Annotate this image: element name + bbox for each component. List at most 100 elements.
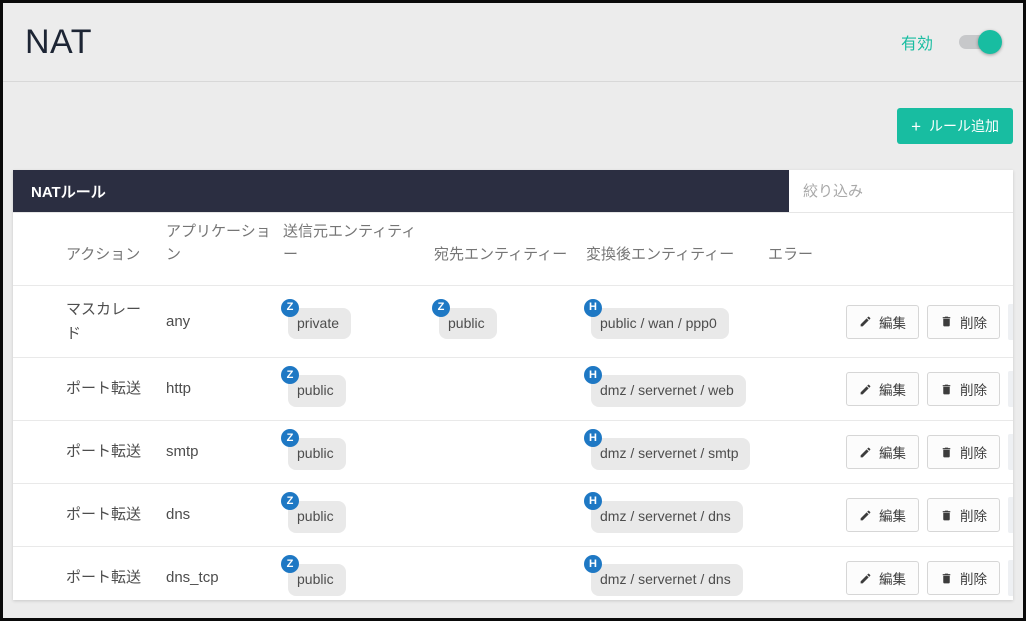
- page-header: NAT 有効: [3, 3, 1023, 82]
- table-row: ポート転送 smtp Z public H dmz / servernet / …: [13, 420, 1013, 483]
- page-title: NAT: [25, 22, 92, 61]
- cell-actions: 編集 削除: [846, 497, 1013, 533]
- delete-button[interactable]: 削除: [927, 435, 1000, 469]
- toolbar: + ルール追加: [3, 82, 1023, 170]
- filter-input[interactable]: [789, 170, 1013, 212]
- column-header-source: 送信元エンティティー: [283, 222, 417, 263]
- pencil-icon: [860, 447, 871, 457]
- entity-chip-label: public: [297, 445, 334, 462]
- cell-application: http: [166, 380, 192, 398]
- drag-handle[interactable]: [1008, 371, 1013, 407]
- column-header-error: エラー: [768, 245, 814, 263]
- entity-chip-label: public: [448, 314, 485, 331]
- panel-title-bar: NATルール: [13, 170, 789, 212]
- enabled-label: 有効: [900, 36, 933, 53]
- column-header-application: アプリケーション: [166, 222, 271, 263]
- drag-handle[interactable]: [1008, 434, 1013, 470]
- table-row: ポート転送 dns_tcp Z public H dmz / servernet…: [13, 546, 1013, 600]
- panel-head: NATルール: [13, 170, 1013, 213]
- cell-application: dns: [166, 506, 191, 524]
- cell-source: Z public: [281, 429, 434, 470]
- delete-label: 削除: [960, 315, 987, 331]
- delete-label: 削除: [960, 572, 987, 587]
- entity-chip-label: public: [297, 382, 334, 399]
- entity-chip: Z public: [281, 555, 346, 596]
- cell-translated: H dmz / servernet / dns: [584, 555, 768, 596]
- delete-label: 削除: [960, 446, 987, 461]
- column-header-action: アクション: [66, 245, 141, 263]
- enabled-toggle[interactable]: [959, 30, 1002, 54]
- entity-chip: Z public: [281, 492, 346, 533]
- trash-icon: [942, 316, 951, 327]
- trash-icon: [942, 510, 951, 520]
- cell-actions: 編集 削除: [846, 371, 1013, 407]
- entity-chip: Z public: [432, 298, 497, 340]
- cell-source: Z private: [281, 298, 434, 340]
- edit-button[interactable]: 編集: [846, 561, 919, 595]
- add-rule-button[interactable]: + ルール追加: [897, 108, 1013, 144]
- entity-chip: H dmz / servernet / dns: [584, 492, 743, 533]
- plus-icon: +: [911, 116, 921, 136]
- edit-label: 編集: [879, 572, 906, 587]
- cell-action: マスカレード: [66, 301, 142, 342]
- entity-chip: Z public: [281, 429, 346, 470]
- cell-source: Z public: [281, 366, 434, 407]
- delete-button[interactable]: 削除: [927, 372, 1000, 406]
- column-header-destination: 宛先エンティティー: [434, 245, 568, 263]
- cell-application: dns_tcp: [166, 569, 219, 587]
- edit-label: 編集: [879, 315, 906, 331]
- cell-translated: H dmz / servernet / web: [584, 366, 768, 407]
- cell-actions: 編集 削除: [846, 303, 1013, 340]
- entity-chip: H public / wan / ppp0: [584, 298, 729, 340]
- entity-chip-label: dmz / servernet / dns: [600, 571, 731, 588]
- trash-icon: [942, 384, 951, 394]
- pencil-icon: [860, 573, 871, 583]
- delete-button[interactable]: 削除: [927, 561, 1000, 595]
- toggle-knob-icon: [978, 30, 1002, 54]
- trash-icon: [942, 573, 951, 583]
- cell-translated: H dmz / servernet / dns: [584, 492, 768, 533]
- cell-action: ポート転送: [66, 506, 142, 524]
- entity-chip-label: public: [297, 508, 334, 525]
- entity-chip: H dmz / servernet / dns: [584, 555, 743, 596]
- edit-button[interactable]: 編集: [846, 498, 919, 532]
- cell-action: ポート転送: [66, 569, 142, 587]
- column-header-actions: [846, 266, 1013, 285]
- delete-label: 削除: [960, 383, 987, 398]
- entity-chip-label: dmz / servernet / web: [600, 382, 734, 399]
- drag-handle[interactable]: [1008, 303, 1013, 340]
- cell-actions: 編集 削除: [846, 434, 1013, 470]
- entity-chip-label: private: [297, 314, 340, 331]
- cell-application: smtp: [166, 443, 199, 461]
- enabled-toggle-group: 有効: [900, 30, 1002, 54]
- delete-button[interactable]: 削除: [927, 304, 1000, 339]
- pencil-icon: [860, 510, 871, 520]
- delete-button[interactable]: 削除: [927, 498, 1000, 532]
- table-row: ポート転送 dns Z public H dmz / servernet / d…: [13, 483, 1013, 546]
- zone-badge-icon: Z: [281, 298, 299, 317]
- cell-action: ポート転送: [66, 380, 142, 398]
- table-row: ポート転送 http Z public H dmz / servernet / …: [13, 357, 1013, 420]
- drag-handle[interactable]: [1008, 497, 1013, 533]
- entity-chip-label: public / wan / ppp0: [600, 314, 717, 331]
- add-rule-label: ルール追加: [929, 118, 999, 134]
- pencil-icon: [860, 316, 871, 327]
- edit-button[interactable]: 編集: [846, 304, 919, 339]
- column-header-translated: 変換後エンティティー: [586, 245, 735, 263]
- entity-chip: H dmz / servernet / smtp: [584, 429, 751, 470]
- entity-chip-label: dmz / servernet / smtp: [600, 445, 739, 462]
- pencil-icon: [860, 384, 871, 394]
- entity-chip: Z public: [281, 366, 346, 407]
- edit-button[interactable]: 編集: [846, 372, 919, 406]
- cell-source: Z public: [281, 555, 434, 596]
- entity-chip-label: dmz / servernet / dns: [600, 508, 731, 525]
- drag-handle[interactable]: [1008, 560, 1013, 596]
- host-badge-icon: H: [584, 298, 602, 317]
- cell-destination: Z public: [432, 298, 586, 340]
- edit-button[interactable]: 編集: [846, 435, 919, 469]
- edit-label: 編集: [879, 446, 906, 461]
- cell-translated: H dmz / servernet / smtp: [584, 429, 768, 470]
- trash-icon: [942, 447, 951, 457]
- table-header-row: アクション アプリケーション 送信元エンティティー 宛先エンティティー 変換後エ…: [13, 213, 1013, 285]
- edit-label: 編集: [879, 383, 906, 398]
